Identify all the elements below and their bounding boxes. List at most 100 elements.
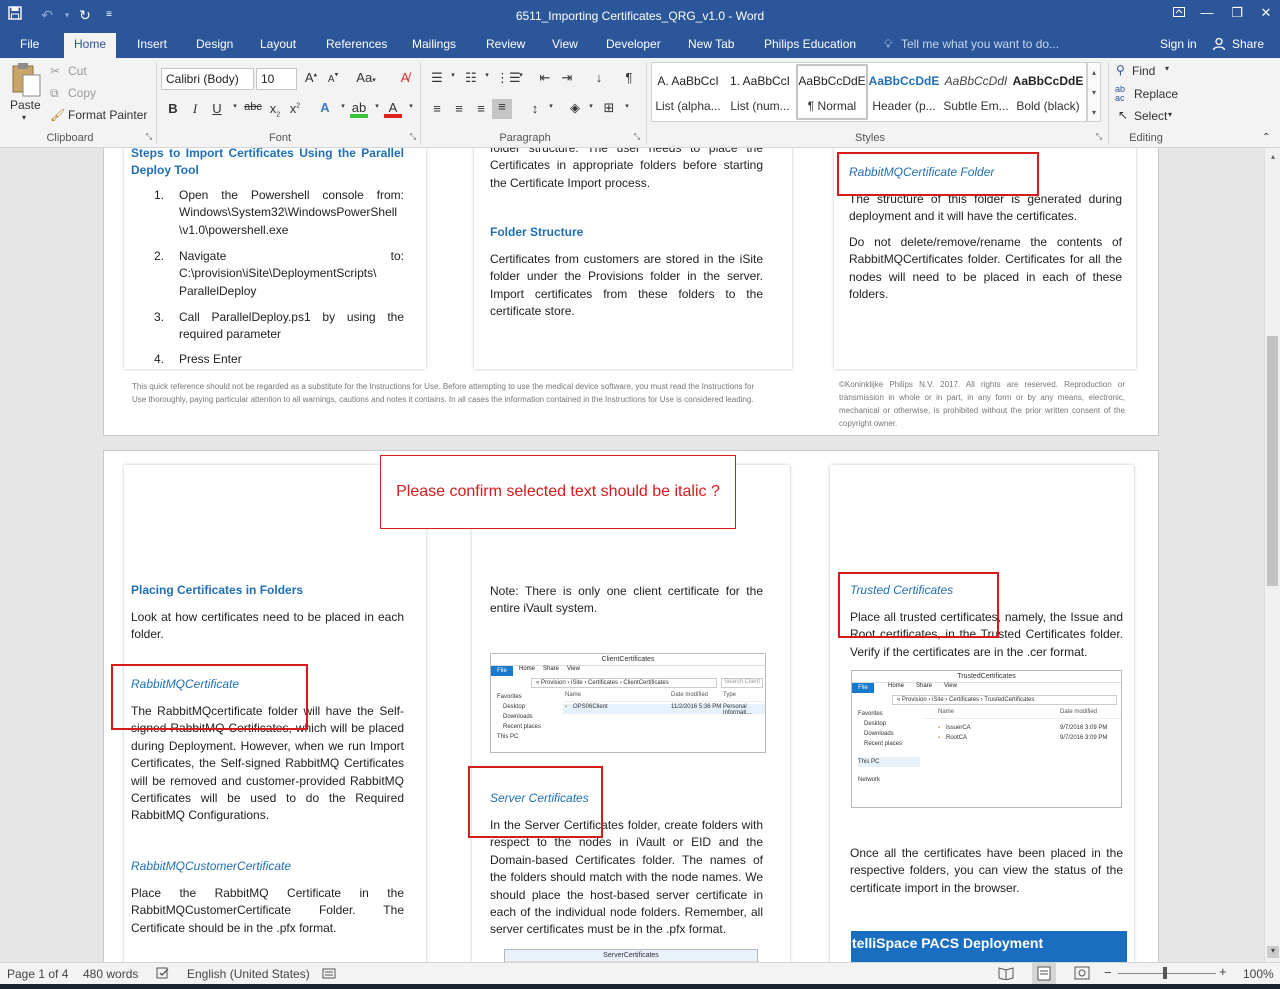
cut-button[interactable]: Cut — [68, 64, 87, 78]
paste-dropdown-icon[interactable]: ▾ — [22, 113, 26, 122]
cut-icon[interactable]: ✂ — [50, 64, 60, 78]
body-text[interactable]: Certificates from customers are stored i… — [490, 251, 763, 321]
body-text[interactable]: Do not delete/remove/rename the contents… — [849, 234, 1122, 304]
step-text[interactable]: Call ParallelDeploy.ps1 by using the req… — [179, 309, 404, 344]
increase-indent-icon[interactable]: ⇥ — [558, 70, 576, 86]
copyright-footer[interactable]: ©Koninklijke Philips N.V. 2017. All righ… — [839, 378, 1125, 430]
select-dropdown-icon[interactable]: ▾ — [1168, 110, 1172, 119]
superscript-icon[interactable]: x2 — [286, 101, 304, 116]
subscript-icon[interactable]: x2 — [266, 101, 284, 119]
align-center-icon[interactable]: ≡ — [450, 101, 468, 116]
paste-button[interactable]: Paste — [10, 98, 41, 112]
font-size-combo[interactable]: 10 — [256, 68, 297, 90]
justify-icon[interactable]: ≡ — [492, 99, 512, 119]
font-color-icon[interactable]: A — [384, 100, 402, 118]
style-normal[interactable]: AaBbCcDdE ¶ Normal — [796, 64, 868, 120]
tab-review[interactable]: Review — [486, 37, 525, 51]
change-case-icon[interactable]: Aa▾ — [354, 70, 378, 85]
align-left-icon[interactable]: ≡ — [428, 101, 446, 116]
tab-view[interactable]: View — [552, 37, 578, 51]
scroll-up-icon[interactable]: ▴ — [1268, 152, 1278, 162]
disclaimer-footer[interactable]: This quick reference should not be regar… — [132, 380, 757, 406]
line-spacing-dropdown-icon[interactable]: ▾ — [542, 102, 560, 110]
tab-home[interactable]: Home — [64, 33, 117, 58]
zoom-out-icon[interactable]: − — [1104, 965, 1112, 980]
proofing-icon[interactable] — [156, 966, 170, 983]
scroll-down-icon[interactable]: ▾ — [1267, 946, 1279, 958]
style-bold-black[interactable]: AaBbCcDdE Bold (black) — [1012, 66, 1084, 118]
tab-philips-education[interactable]: Philips Education — [764, 37, 856, 51]
font-name-combo[interactable]: Calibri (Body) — [161, 68, 254, 90]
clipboard-launcher-icon[interactable]: ⤡ — [144, 132, 154, 142]
tab-references[interactable]: References — [326, 37, 387, 51]
style-list-numbered[interactable]: 1. AaBbCcI List (num... — [724, 66, 796, 118]
vertical-scrollbar[interactable]: ▴ ▾ — [1264, 148, 1280, 962]
numbering-dropdown-icon[interactable]: ▾ — [478, 71, 496, 79]
find-dropdown-icon[interactable]: ▾ — [1165, 64, 1169, 73]
section-heading[interactable]: Folder Structure — [490, 225, 583, 239]
format-painter-button[interactable]: Format Painter — [68, 108, 147, 122]
step-text[interactable]: Navigate to: C:\provision\iSite\Deployme… — [179, 248, 404, 300]
section-heading[interactable]: Steps to Import Certificates Using the P… — [131, 148, 404, 179]
step-text[interactable]: Press Enter — [179, 351, 404, 368]
collapse-ribbon-icon[interactable]: ⌃ — [1262, 132, 1270, 143]
minimize-icon[interactable]: — — [1192, 0, 1222, 28]
tell-me-input[interactable]: Tell me what you want to do... — [901, 37, 1059, 51]
font-launcher-icon[interactable]: ⤡ — [408, 132, 418, 142]
style-subtle-emphasis[interactable]: AaBbCcDdI Subtle Em... — [940, 66, 1012, 118]
ribbon-display-options-icon[interactable] — [1164, 0, 1194, 28]
zoom-slider-thumb[interactable] — [1163, 967, 1167, 979]
review-comment-box[interactable]: Please confirm selected text should be i… — [380, 455, 736, 529]
shading-dropdown-icon[interactable]: ▾ — [582, 102, 600, 110]
style-list-alpha[interactable]: A. AaBbCcI List (alpha... — [652, 66, 724, 118]
borders-dropdown-icon[interactable]: ▾ — [618, 102, 636, 110]
page-count[interactable]: Page 1 of 4 — [7, 967, 68, 981]
select-icon[interactable]: ↖ — [1118, 108, 1128, 122]
language-indicator[interactable]: English (United States) — [187, 967, 310, 981]
scroll-thumb[interactable] — [1267, 336, 1278, 586]
restore-icon[interactable]: ❐ — [1222, 0, 1252, 28]
body-text[interactable]: Once all the certificates have been plac… — [850, 845, 1123, 897]
italic-icon[interactable]: I — [186, 101, 204, 117]
replace-button[interactable]: Replace — [1134, 87, 1178, 101]
subsection-heading[interactable]: RabbitMQCustomerCertificate — [131, 859, 291, 873]
word-count[interactable]: 480 words — [83, 967, 138, 981]
share-button[interactable]: Share — [1232, 37, 1264, 51]
find-button[interactable]: Find — [1132, 64, 1155, 78]
web-layout-icon[interactable] — [1074, 966, 1090, 983]
close-icon[interactable]: ✕ — [1251, 0, 1280, 28]
grow-font-icon[interactable]: A▴ — [302, 70, 320, 85]
style-header[interactable]: AaBbCcDdE Header (p... — [868, 66, 940, 118]
decrease-indent-icon[interactable]: ⇤ — [536, 70, 554, 86]
tab-mailings[interactable]: Mailings — [412, 37, 456, 51]
step-text[interactable]: Open the Powershell console from: Window… — [179, 187, 404, 239]
tab-new-tab[interactable]: New Tab — [688, 37, 734, 51]
tab-layout[interactable]: Layout — [260, 37, 296, 51]
tab-insert[interactable]: Insert — [137, 37, 167, 51]
body-text[interactable]: folder structure. The user needs to plac… — [490, 148, 763, 192]
body-text[interactable]: Look at how certificates need to be plac… — [131, 609, 404, 644]
find-icon[interactable]: ⚲ — [1116, 63, 1125, 77]
macro-recording-icon[interactable] — [322, 966, 336, 983]
replace-icon[interactable]: ab ac — [1115, 85, 1125, 103]
zoom-slider-track[interactable] — [1118, 973, 1216, 974]
select-button[interactable]: Select — [1134, 109, 1167, 123]
bold-icon[interactable]: B — [164, 101, 182, 116]
strikethrough-icon[interactable]: abc — [242, 101, 264, 113]
copy-button[interactable]: Copy — [68, 86, 96, 100]
section-heading[interactable]: Placing Certificates in Folders — [131, 583, 303, 597]
body-text[interactable]: The structure of this folder is generate… — [849, 191, 1122, 226]
borders-icon[interactable]: ⊞ — [600, 100, 618, 116]
tab-developer[interactable]: Developer — [606, 37, 661, 51]
body-text[interactable]: Place the RabbitMQ Certificate in the Ra… — [131, 885, 404, 937]
align-right-icon[interactable]: ≡ — [472, 101, 490, 116]
shrink-font-icon[interactable]: A▾ — [324, 70, 342, 85]
read-mode-icon[interactable] — [998, 966, 1014, 983]
zoom-in-icon[interactable]: + — [1219, 964, 1227, 979]
multilevel-dropdown-icon[interactable]: ▾ — [512, 71, 530, 79]
print-layout-icon[interactable] — [1032, 963, 1056, 984]
show-paragraph-marks-icon[interactable]: ¶ — [620, 70, 638, 85]
sort-icon[interactable]: ↓ — [590, 70, 608, 85]
font-color-dropdown-icon[interactable]: ▾ — [402, 102, 420, 110]
bullets-dropdown-icon[interactable]: ▾ — [444, 71, 462, 79]
